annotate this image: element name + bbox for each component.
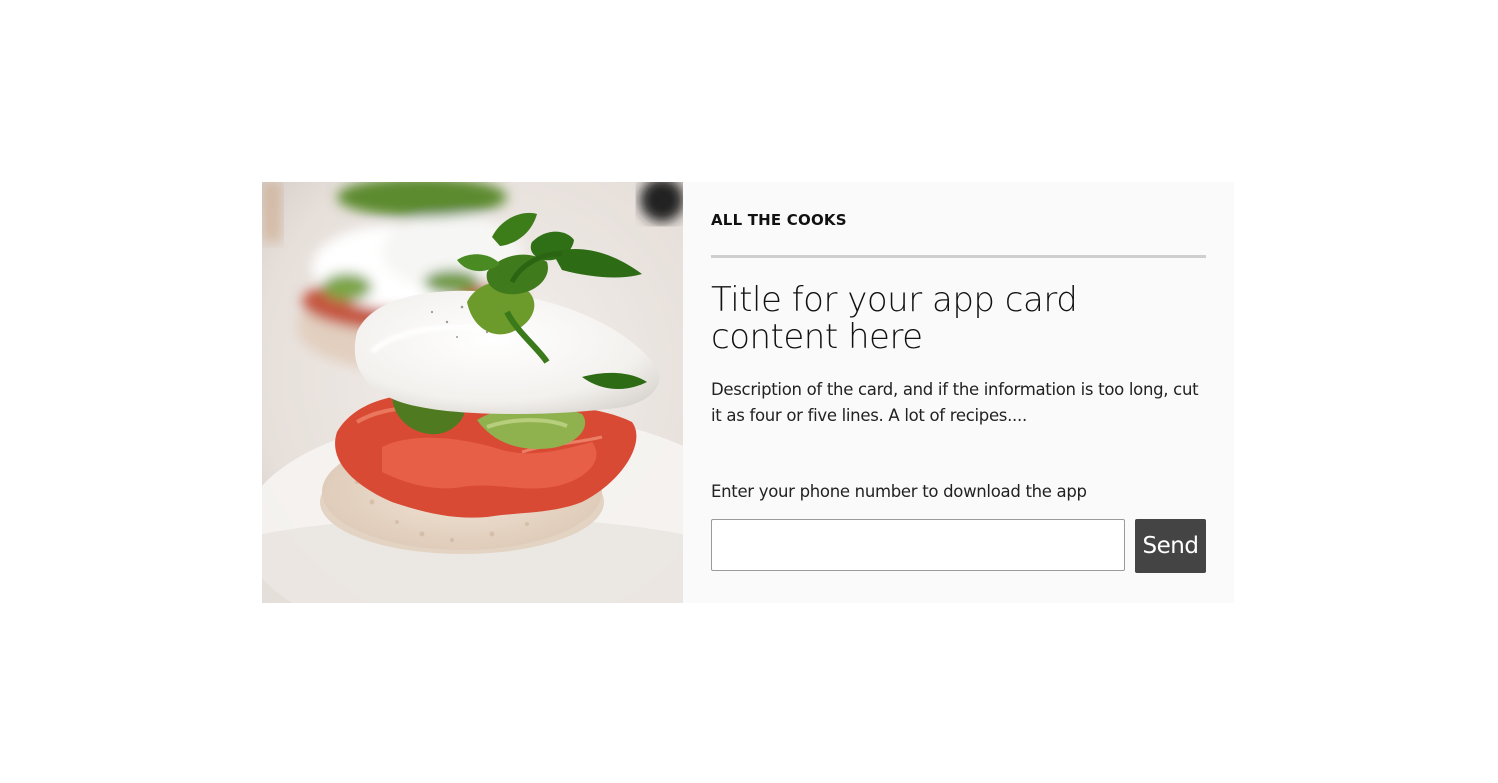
card-content: ALL THE COOKS Title for your app card co…	[683, 182, 1234, 603]
food-photo-image	[262, 182, 683, 603]
phone-number-label: Enter your phone number to download the …	[711, 482, 1087, 501]
app-card: ALL THE COOKS Title for your app card co…	[262, 182, 1234, 603]
card-description: Description of the card, and if the info…	[711, 380, 1199, 425]
phone-number-input[interactable]	[711, 519, 1125, 571]
divider	[711, 255, 1206, 258]
brand-label: ALL THE COOKS	[711, 211, 847, 229]
card-title: Title for your app card content here	[711, 280, 1078, 357]
send-button[interactable]: Send	[1135, 519, 1206, 573]
